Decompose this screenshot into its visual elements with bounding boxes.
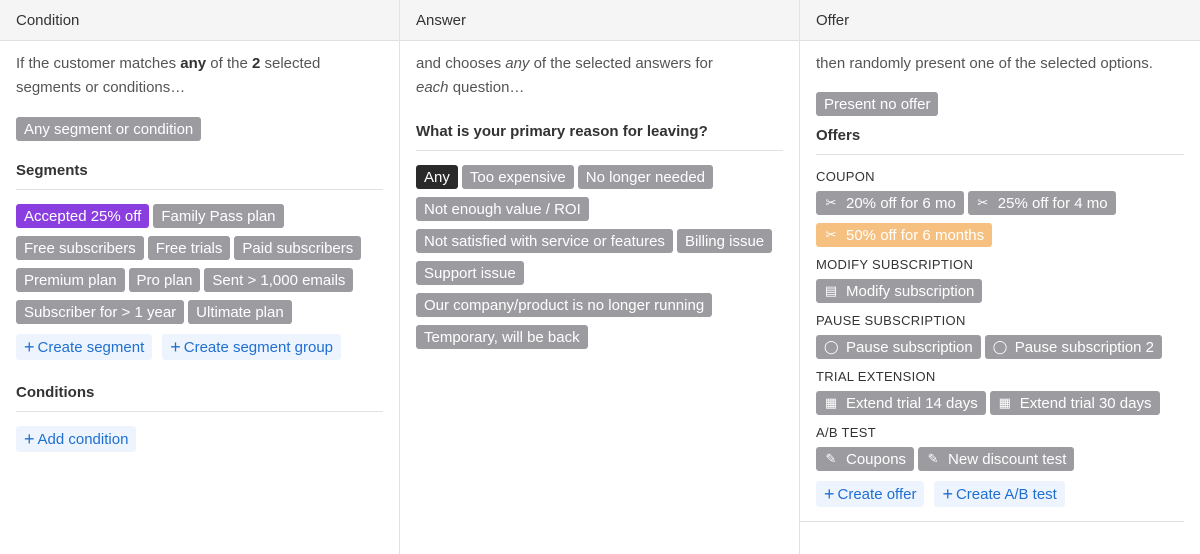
scissors-icon: ✂: [977, 195, 989, 210]
pause-tag[interactable]: ◯ Pause subscription: [816, 335, 981, 359]
answer-column: Answer and chooses any of the selected a…: [400, 0, 800, 554]
condition-column: Condition If the customer matches any of…: [0, 0, 400, 554]
answer-tag[interactable]: Support issue: [416, 261, 524, 285]
answer-tag[interactable]: Not satisfied with service or features: [416, 229, 673, 253]
modify-category: MODIFY SUBSCRIPTION: [816, 257, 974, 272]
add-condition-button[interactable]: + Add condition: [16, 426, 137, 452]
answer-description: and chooses any of the selected answers …: [416, 55, 713, 96]
segment-tag[interactable]: Paid subscribers: [234, 236, 362, 260]
trial-tag[interactable]: ▦ Extend trial 30 days: [989, 391, 1160, 415]
offer-description: then randomly present one of the selecte…: [816, 55, 1153, 72]
segment-tag[interactable]: Free trials: [147, 236, 231, 260]
pencil-icon: ✎: [927, 451, 939, 466]
create-ab-test-button[interactable]: + Create A/B test: [934, 481, 1065, 507]
ab-test-list: ✎ Coupons ✎ New discount test: [816, 447, 1184, 479]
coupon-list: ✂ 20% off for 6 mo ✂ 25% off for 4 mo ✂ 50%…: [816, 191, 1184, 255]
answer-tag[interactable]: Not enough value / ROI: [416, 197, 589, 221]
segment-tag[interactable]: Ultimate plan: [188, 300, 292, 324]
answers-list: Any Too expensive No longer needed Not e…: [416, 165, 784, 357]
offer-column: Offer then randomly present one of the s…: [800, 0, 1200, 554]
calendar-icon: ▦: [824, 395, 838, 410]
answer-header: Answer: [400, 0, 799, 41]
create-offer-button[interactable]: + Create offer: [816, 481, 925, 507]
scissors-icon: ✂: [825, 195, 837, 210]
create-segment-group-button[interactable]: + Create segment group: [162, 334, 342, 360]
segment-tag[interactable]: Free subscribers: [16, 236, 144, 260]
answer-tag[interactable]: Any: [416, 165, 458, 189]
segments-list: Accepted 25% off Family Pass plan Free s…: [16, 204, 384, 332]
coupon-tag[interactable]: ✂ 20% off for 6 mo: [816, 191, 964, 215]
conditions-title: Conditions: [16, 384, 383, 412]
ab-test-tag[interactable]: ✎ New discount test: [918, 447, 1075, 471]
plus-icon: +: [24, 337, 35, 357]
coupon-tag[interactable]: ✂ 50% off for 6 months: [816, 223, 993, 247]
pause-circle-icon: ◯: [992, 339, 1008, 354]
answer-tag[interactable]: No longer needed: [577, 165, 714, 189]
question-title: What is your primary reason for leaving?: [416, 123, 783, 151]
segment-tag[interactable]: Family Pass plan: [153, 204, 284, 228]
present-no-offer-tag[interactable]: Present no offer: [816, 92, 939, 116]
answer-tag[interactable]: Too expensive: [461, 165, 574, 189]
segment-tag[interactable]: Subscriber for > 1 year: [16, 300, 185, 324]
plus-icon: +: [824, 484, 835, 504]
segment-tag[interactable]: Accepted 25% off: [16, 204, 150, 228]
pause-category: PAUSE SUBSCRIPTION: [816, 313, 966, 328]
create-segment-button[interactable]: + Create segment: [16, 334, 153, 360]
calendar-icon: ▦: [998, 395, 1011, 410]
trial-list: ▦ Extend trial 14 days ▦ Extend trial 30 d…: [816, 391, 1184, 423]
plus-icon: +: [24, 429, 35, 449]
modify-tag[interactable]: ▤ Modify subscription: [816, 279, 983, 303]
plus-icon: +: [170, 337, 181, 357]
coupon-category: COUPON: [816, 169, 875, 184]
trial-tag[interactable]: ▦ Extend trial 14 days: [816, 391, 986, 415]
segments-title: Segments: [16, 162, 383, 190]
offers-title: Offers: [816, 127, 1184, 155]
plus-icon: +: [942, 484, 953, 504]
answer-tag[interactable]: Temporary, will be back: [416, 325, 588, 349]
pause-list: ◯ Pause subscription ◯ Pause subscription …: [816, 335, 1184, 367]
offer-header: Offer: [800, 0, 1200, 41]
segment-tag[interactable]: Sent > 1,000 emails: [204, 268, 354, 292]
ab-test-tag[interactable]: ✎ Coupons: [816, 447, 915, 471]
condition-header: Condition: [0, 0, 399, 41]
ab-test-category: A/B TEST: [816, 425, 876, 440]
any-segment-tag[interactable]: Any segment or condition: [16, 117, 202, 141]
segment-tag[interactable]: Premium plan: [16, 268, 125, 292]
trial-category: TRIAL EXTENSION: [816, 369, 936, 384]
pencil-icon: ✎: [825, 451, 837, 466]
answer-tag[interactable]: Our company/product is no longer running: [416, 293, 713, 317]
segment-tag[interactable]: Pro plan: [128, 268, 201, 292]
pause-tag[interactable]: ◯ Pause subscription 2: [984, 335, 1162, 359]
scissors-icon: ✂: [825, 227, 837, 242]
pause-circle-icon: ◯: [824, 339, 839, 354]
answer-tag[interactable]: Billing issue: [676, 229, 773, 253]
coupon-tag[interactable]: ✂ 25% off for 4 mo: [967, 191, 1116, 215]
condition-description: If the customer matches any of the 2 sel…: [16, 55, 321, 96]
document-icon: ▤: [824, 283, 838, 298]
modify-list: ▤ Modify subscription: [816, 279, 1184, 311]
